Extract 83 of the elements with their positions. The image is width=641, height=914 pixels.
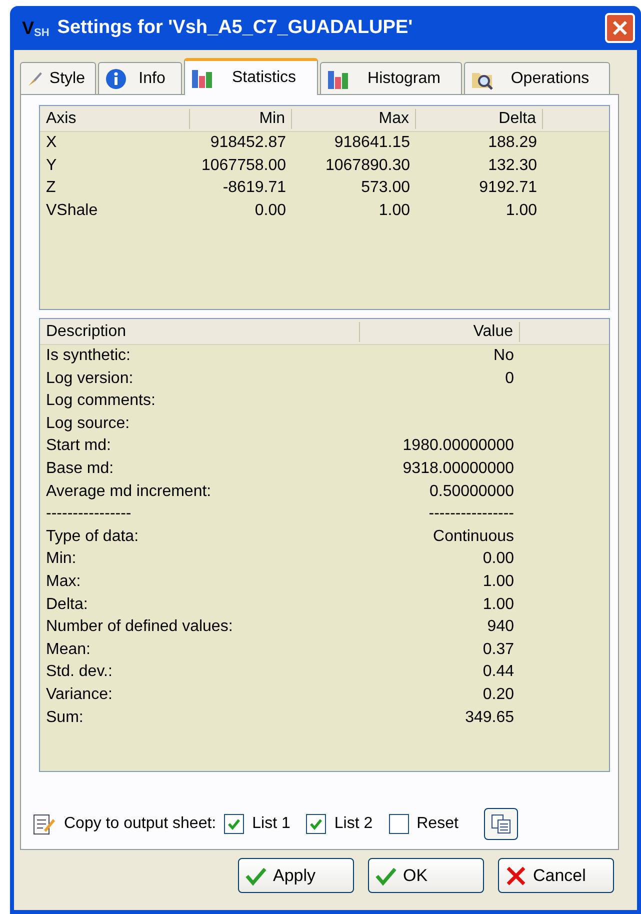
table-cell: X	[46, 134, 57, 151]
check-icon	[245, 866, 267, 886]
copy-button[interactable]	[484, 808, 518, 840]
dialog-button[interactable]: Cancel	[498, 858, 614, 893]
checkbox-label: List 1	[252, 814, 290, 834]
table-cell: Max:	[46, 572, 81, 590]
table-cell: 9318.00000000	[402, 460, 514, 477]
notepad-pencil-icon	[32, 812, 56, 836]
table-cell: 0.20	[482, 686, 514, 703]
table-cell: Continuous	[433, 528, 514, 545]
close-button[interactable]	[605, 13, 635, 43]
table-cell: Type of data:	[46, 528, 139, 545]
table-cell: Log source:	[46, 414, 130, 432]
table-cell: Sum:	[46, 708, 84, 726]
check-icon	[309, 817, 324, 831]
table-cell: 188.29	[488, 134, 537, 151]
column-header[interactable]: Axis	[40, 108, 190, 128]
table-cell: 940	[487, 618, 514, 636]
column-header[interactable]: Description	[40, 322, 360, 342]
table-cell: Log version:	[46, 370, 134, 387]
app-logo: V$_{SH}$	[22, 16, 50, 42]
tab[interactable]: Style	[20, 62, 96, 94]
checkbox-label: Reset	[416, 814, 458, 834]
table-cell: 918641.15	[334, 134, 410, 151]
info-icon	[105, 68, 127, 90]
table-cell: Y	[46, 156, 57, 174]
table-cell: No	[494, 347, 514, 364]
column-header[interactable]: Min	[190, 108, 292, 128]
table-cell: Is synthetic:	[46, 347, 130, 364]
checkbox[interactable]	[306, 814, 326, 834]
table-cell: ----------------	[428, 505, 514, 522]
table-cell: Std. dev.:	[46, 663, 112, 680]
table-cell: 1980.00000000	[402, 437, 514, 454]
table-cell: Start md:	[46, 437, 111, 454]
table-cell: 1.00	[378, 202, 410, 219]
tab[interactable]: Info	[98, 62, 182, 94]
tab[interactable]: Operations	[464, 62, 610, 94]
table-cell: 0.50000000	[429, 482, 514, 500]
table-cell: Z	[46, 179, 56, 196]
table-cell: 0.44	[482, 663, 514, 680]
table-cell: 0.00	[482, 550, 514, 568]
table-cell: Variance:	[46, 686, 112, 703]
table-cell: 1067758.00	[201, 156, 286, 174]
table-cell: 1067890.30	[325, 156, 410, 174]
column-header[interactable]: Delta	[416, 108, 543, 128]
copy-label: Copy to output sheet:	[64, 814, 216, 834]
table-cell: ----------------	[46, 505, 132, 522]
dialog-button[interactable]: OK	[368, 858, 484, 893]
table-cell: VShale	[46, 202, 98, 219]
window-title: Settings for 'Vsh_A5_C7_GUADALUPE'	[57, 16, 413, 40]
checkbox[interactable]	[224, 814, 244, 834]
table-cell: Mean:	[46, 640, 90, 658]
check-icon	[227, 817, 242, 831]
table-cell: 0.37	[482, 640, 514, 658]
table-cell: -8619.71	[222, 179, 286, 196]
table-cell: 349.65	[465, 708, 514, 726]
table-cell: 1.00	[506, 202, 537, 219]
checkbox-label: List 2	[334, 814, 373, 834]
check-icon	[375, 866, 397, 886]
table-cell: 1.00	[482, 572, 514, 590]
table-cell: 9192.71	[479, 179, 537, 196]
table-cell: 918452.87	[210, 134, 286, 151]
table-cell: Average md increment:	[46, 482, 212, 500]
table-cell: Base md:	[46, 460, 114, 477]
table-cell: 132.30	[488, 156, 537, 174]
tab[interactable]: Statistics	[184, 58, 318, 95]
column-header[interactable]: Max	[292, 108, 416, 128]
table-cell: Number of defined values:	[46, 618, 233, 636]
table-cell: 0.00	[254, 202, 286, 219]
table-cell: 1.00	[482, 596, 514, 613]
tab[interactable]: Histogram	[320, 62, 462, 94]
table-cell: Delta:	[46, 596, 88, 613]
table-cell: Log comments:	[46, 392, 156, 410]
copy-icon	[490, 813, 512, 835]
column-header[interactable]: Value	[360, 322, 520, 342]
table-cell: Min:	[46, 550, 76, 568]
cross-icon	[505, 866, 527, 886]
close-icon	[611, 19, 629, 37]
table-cell: 0	[505, 370, 514, 387]
table-cell: 573.00	[361, 179, 410, 196]
checkbox[interactable]	[388, 814, 409, 834]
dialog-button[interactable]: Apply	[238, 858, 354, 893]
bar-chart-icon	[191, 67, 215, 89]
